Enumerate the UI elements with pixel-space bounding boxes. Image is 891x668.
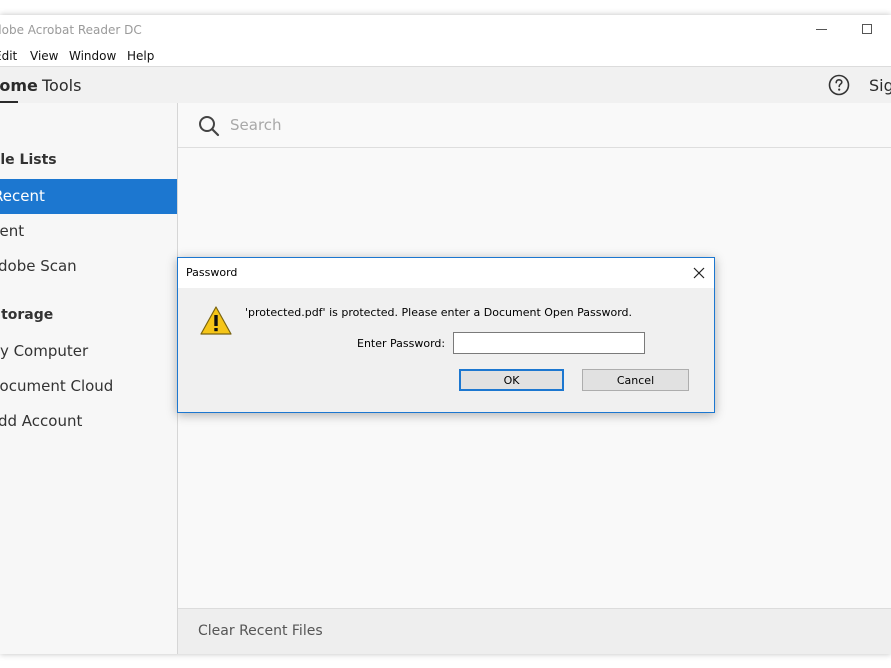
cancel-button[interactable]: Cancel (582, 369, 689, 391)
menu-help[interactable]: Help (127, 49, 154, 63)
footer-bar: Clear Recent Files (178, 608, 891, 654)
sidebar-item-my-computer[interactable]: My Computer (0, 334, 177, 369)
close-icon[interactable] (690, 264, 708, 282)
window-title: Adobe Acrobat Reader DC (0, 23, 142, 37)
dialog-message: 'protected.pdf' is protected. Please ent… (245, 306, 633, 319)
screen: Adobe Acrobat Reader DC Edit View Window… (0, 0, 891, 668)
sidebar-item-sent[interactable]: Sent (0, 214, 177, 249)
tab-home-label: Home (0, 76, 38, 95)
sign-in-link[interactable]: Sign (869, 76, 891, 95)
sidebar-item-recent[interactable]: Recent (0, 179, 177, 214)
password-dialog: Password 'protected.pdf' is protected. P… (177, 257, 715, 413)
search-bar (178, 103, 891, 148)
sidebar-item-add-account[interactable]: Add Account (0, 404, 177, 439)
ok-button[interactable]: OK (459, 369, 564, 391)
sidebar-item-label: Sent (0, 222, 25, 240)
password-field[interactable] (453, 332, 645, 354)
storage-header: Storage (0, 307, 54, 323)
password-label: Enter Password: (357, 337, 446, 350)
menu-view[interactable]: View (30, 49, 58, 63)
clear-recent-files-button[interactable]: Clear Recent Files (198, 623, 323, 639)
title-bar: Adobe Acrobat Reader DC (0, 15, 891, 46)
menu-edit[interactable]: Edit (0, 49, 17, 63)
sidebar-item-label: Add Account (0, 412, 83, 430)
search-icon (199, 116, 220, 137)
tab-tools[interactable]: Tools (42, 76, 81, 95)
help-icon[interactable] (828, 74, 850, 96)
sidebar-item-label: My Computer (0, 342, 89, 360)
sidebar: File Lists Recent Sent Adobe Scan Storag… (0, 103, 178, 654)
sidebar-item-label: Adobe Scan (0, 257, 77, 275)
sidebar-item-label: Document Cloud (0, 377, 114, 395)
menu-window[interactable]: Window (69, 49, 116, 63)
tab-home[interactable]: Home (0, 76, 38, 95)
search-input[interactable] (230, 114, 630, 136)
file-lists-header: File Lists (0, 152, 57, 168)
dialog-title: Password (186, 266, 238, 279)
dialog-title-bar: Password (178, 258, 714, 288)
sidebar-item-document-cloud[interactable]: Document Cloud (0, 369, 177, 404)
maximize-icon[interactable] (862, 24, 872, 34)
menu-bar: Edit View Window Help (0, 46, 891, 66)
warning-icon (200, 306, 232, 335)
top-nav: Home Tools Sign (0, 66, 891, 104)
minimize-icon[interactable] (816, 29, 827, 30)
sidebar-item-adobe-scan[interactable]: Adobe Scan (0, 249, 177, 284)
sidebar-item-label: Recent (0, 187, 45, 205)
